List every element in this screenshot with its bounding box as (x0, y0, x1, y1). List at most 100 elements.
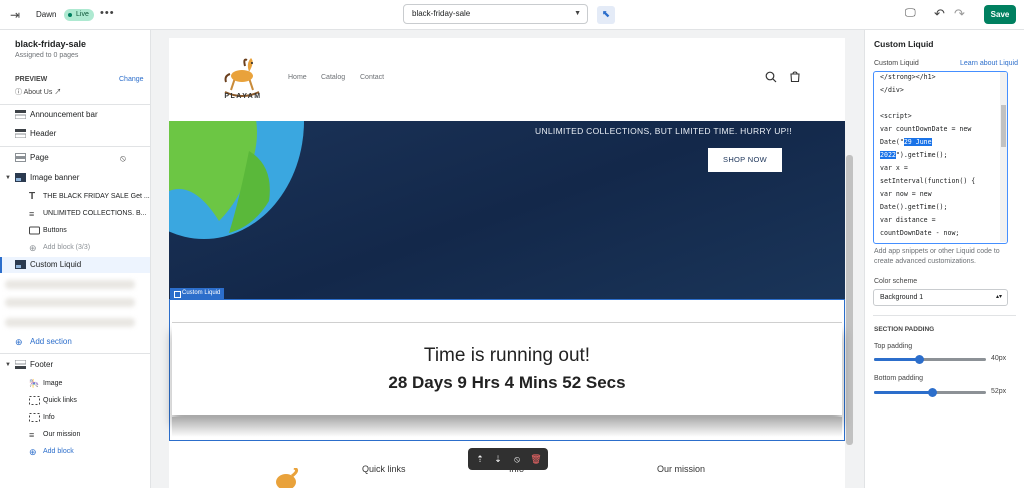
select-arrows-icon: ▴▾ (995, 294, 1002, 300)
countdown-box: Time is running out! 28 Days 9 Hrs 4 Min… (172, 322, 842, 415)
header-icon (15, 129, 26, 138)
code-line: setInterval(function() { (880, 177, 976, 185)
more-actions-button[interactable]: ••• (100, 7, 115, 19)
undo-icon[interactable]: ↶ (934, 6, 945, 22)
nav-link-contact[interactable]: Contact (360, 74, 384, 81)
section-footer[interactable]: ▼ Footer (0, 357, 150, 373)
blurred-section (5, 280, 135, 289)
template-select-value: black-friday-sale (412, 9, 471, 18)
move-down-icon[interactable]: ⇣ (492, 452, 504, 466)
add-block-banner-button[interactable]: ⊕ Add block (3/3) (0, 240, 150, 256)
template-assignment: Assigned to 0 pages (15, 52, 79, 59)
custom-liquid-icon (15, 260, 26, 269)
footer-icon (15, 360, 26, 369)
add-circle-icon: ⊕ (29, 447, 37, 457)
panel-title: Custom Liquid (874, 39, 934, 49)
top-bar: ⇥ Dawn Live ••• black-friday-sale ▼ ⬉ 🖵 … (0, 0, 1024, 30)
section-label: Announcement bar (30, 110, 98, 119)
section-floating-toolbar: ⇡ ⇣ ⦸ 🗑 (468, 448, 548, 470)
preview-page[interactable]: ⓘ About Us ↗ (15, 87, 61, 97)
block-banner-buttons[interactable]: Buttons (0, 223, 150, 239)
search-icon[interactable] (765, 71, 777, 83)
template-select[interactable]: black-friday-sale ▼ (403, 4, 588, 24)
heading-icon: T (29, 191, 36, 202)
selected-text: 29 June (903, 138, 932, 146)
image-banner[interactable]: UNLIMITED COLLECTIONS, BUT LIMITED TIME.… (169, 121, 845, 300)
block-footer-info[interactable]: Info (0, 410, 150, 426)
delete-trash-icon[interactable]: 🗑 (530, 452, 542, 466)
custom-liquid-help-text: Add app snippets or other Liquid code to… (874, 248, 1000, 265)
divider (0, 353, 150, 354)
custom-liquid-section-tag: Custom Liquid (170, 288, 225, 299)
collapse-arrow-icon[interactable]: ▼ (5, 170, 11, 186)
slider-handle[interactable] (915, 355, 924, 364)
change-preview-link[interactable]: Change (119, 76, 144, 83)
section-label: Image banner (30, 173, 80, 182)
block-label: UNLIMITED COLLECTIONS. B... (43, 210, 147, 217)
hidden-eye-icon[interactable]: ⦸ (120, 150, 126, 166)
page-icon (15, 153, 26, 162)
block-label: Info (43, 414, 55, 421)
shop-now-button[interactable]: SHOP NOW (708, 148, 782, 172)
section-label: Page (30, 153, 49, 162)
code-line: <script> (880, 112, 912, 120)
slider-handle[interactable] (928, 388, 937, 397)
code-line-date: 2022").getTime(); (880, 151, 948, 159)
nav-link-catalog[interactable]: Catalog (321, 74, 345, 81)
code-editor-scrollbar-thumb[interactable] (1001, 105, 1006, 147)
section-announcement-bar[interactable]: Announcement bar (0, 107, 150, 123)
bottom-padding-slider[interactable] (874, 388, 986, 397)
add-circle-icon: ⊕ (29, 243, 37, 253)
buttons-icon (29, 226, 40, 235)
save-button[interactable]: Save (984, 5, 1016, 24)
section-page[interactable]: Page ⦸ (0, 150, 150, 166)
desktop-device-icon[interactable]: 🖵 (905, 7, 916, 20)
external-link-icon: ↗ (54, 89, 62, 96)
block-footer-quick-links[interactable]: Quick links (0, 393, 150, 409)
blurred-section (5, 318, 135, 327)
exit-icon[interactable]: ⇥ (8, 8, 22, 22)
learn-liquid-link[interactable]: Learn about Liquid (960, 60, 1018, 67)
code-line: var x = (880, 164, 908, 172)
block-label: Our mission (43, 431, 81, 438)
announcement-bar-icon (15, 110, 26, 119)
hide-eye-icon[interactable]: ⦸ (511, 452, 523, 466)
code-line: </strong></h1> (880, 73, 936, 81)
cart-icon[interactable] (789, 71, 801, 83)
nav-link-home[interactable]: Home (288, 74, 307, 81)
banner-heading: UNLIMITED COLLECTIONS, BUT LIMITED TIME.… (535, 126, 792, 136)
inspector-cursor-icon[interactable]: ⬉ (597, 6, 615, 24)
color-scheme-select[interactable]: Background 1 ▴▾ (873, 289, 1008, 306)
custom-liquid-section[interactable]: Time is running out! 28 Days 9 Hrs 4 Min… (169, 299, 845, 441)
preview-label: PREVIEW (15, 76, 48, 83)
block-banner-heading[interactable]: T THE BLACK FRIDAY SALE Get ... (0, 189, 150, 205)
block-footer-image[interactable]: 🎠 Image (0, 376, 150, 392)
template-title: black-friday-sale (15, 39, 87, 49)
preview-page-name: About Us (23, 89, 53, 96)
section-custom-liquid[interactable]: Custom Liquid (0, 257, 150, 273)
code-line: Date().getTime(); (880, 203, 948, 211)
code-line: var distance = (880, 216, 936, 224)
top-padding-slider[interactable] (874, 355, 986, 364)
logo-wordmark: PLAYAM (224, 93, 262, 100)
redo-icon[interactable]: ↷ (954, 6, 965, 22)
footer-quick-links-heading: Quick links (362, 464, 406, 474)
code-editor-scrollbar[interactable] (1000, 72, 1007, 242)
block-label: Buttons (43, 227, 67, 234)
block-label: Image (43, 380, 63, 387)
section-padding-title: SECTION PADDING (874, 326, 935, 333)
preview-scrollbar-thumb[interactable] (846, 155, 853, 445)
countdown-title: Time is running out! (423, 345, 591, 366)
block-banner-text[interactable]: ≡ UNLIMITED COLLECTIONS. B... (0, 206, 150, 222)
collapse-arrow-icon[interactable]: ▼ (5, 357, 11, 373)
slider-fill (874, 391, 932, 394)
move-up-icon[interactable]: ⇡ (474, 452, 486, 466)
block-label: Quick links (43, 397, 77, 404)
code-line: var now = new (880, 190, 932, 198)
section-header[interactable]: Header (0, 126, 150, 142)
add-section-button[interactable]: ⊕ Add section (0, 334, 150, 350)
section-image-banner[interactable]: ▼ Image banner (0, 170, 150, 186)
custom-liquid-code-editor[interactable]: </strong></h1> </div> <script> var count… (873, 71, 1008, 244)
add-block-footer-button[interactable]: ⊕ Add block (0, 444, 150, 460)
block-footer-mission[interactable]: ≡ Our mission (0, 427, 150, 443)
